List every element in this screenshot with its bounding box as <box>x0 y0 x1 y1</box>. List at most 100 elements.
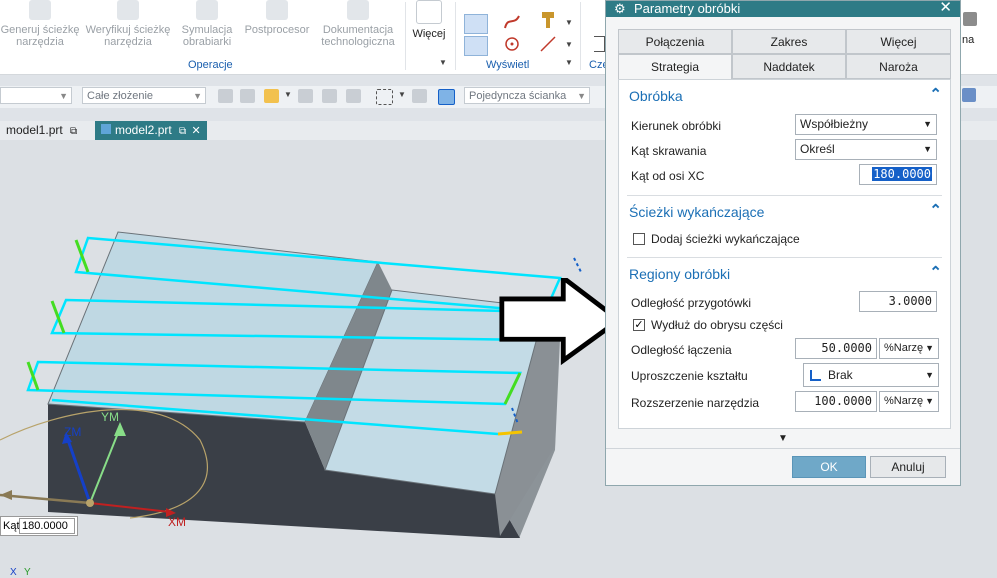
shop-documentation-button[interactable]: Dokumentacja technologiczna <box>316 0 400 58</box>
tool-extension-label: Rozszerzenie narzędzia <box>631 396 760 410</box>
shape-simplify-icon <box>810 370 821 381</box>
path-curve-icon[interactable] <box>502 12 522 32</box>
display-dropdown-arrow[interactable]: ▼ <box>565 58 573 67</box>
angle-from-xc-label: Kąt od osi XC <box>631 169 705 183</box>
point-icon[interactable] <box>298 89 313 103</box>
simplify-shape-select[interactable]: Brak ▼ <box>803 363 939 387</box>
solid-icon[interactable] <box>438 89 455 105</box>
collapse-sciezki-icon[interactable]: ⌃ <box>929 201 942 219</box>
filter-combo[interactable]: ▼ <box>0 87 72 104</box>
angle-from-xc-input[interactable]: 180.0000 <box>859 164 937 185</box>
chevron-down-icon: ▼ <box>923 119 932 129</box>
cancel-button[interactable]: Anuluj <box>870 456 946 478</box>
extend-to-part-outline-checkbox[interactable]: ✓ <box>633 319 645 331</box>
popout-icon[interactable]: ⧉ <box>70 126 77 137</box>
select-icon[interactable] <box>218 89 233 103</box>
line-dropdown-arrow[interactable]: ▼ <box>565 40 573 49</box>
add-finish-passes-checkbox[interactable] <box>633 233 645 245</box>
dialog-title: Parametry obróbki <box>634 1 741 16</box>
group-label-wyswietl: Wyświetl <box>486 59 530 71</box>
chevron-down-icon: ▼ <box>925 396 934 406</box>
postprocessor-icon <box>266 0 288 20</box>
verify-toolpath-icon <box>117 0 139 20</box>
tab-strategia[interactable]: Strategia <box>618 54 732 81</box>
ok-button[interactable]: OK <box>792 456 866 478</box>
close-icon[interactable]: ✕ <box>192 125 201 137</box>
section-divider <box>627 195 942 196</box>
display-blank-icon[interactable] <box>464 36 488 56</box>
tab-naddatek[interactable]: Naddatek <box>732 54 846 79</box>
dialog-title-bar[interactable]: ⚙ Parametry obróbki ✕ <box>606 0 960 17</box>
snap-dropdown-arrow[interactable]: ▼ <box>284 90 292 99</box>
collapse-obrobka-icon[interactable]: ⌃ <box>929 85 942 103</box>
more-dropdown-arrow[interactable]: ▼ <box>439 58 447 67</box>
tab-model2[interactable]: model2.prt ⧉ ✕ <box>95 121 207 140</box>
popout-icon[interactable]: ⧉ <box>179 126 186 137</box>
simplify-shape-label: Uproszczenie kształtu <box>631 369 748 383</box>
angle-input-widget[interactable]: Kąt 180.0000 <box>0 516 78 536</box>
axis-label-zm: ZM <box>64 425 82 439</box>
tab-polaczenia[interactable]: Połączenia <box>618 29 732 54</box>
tool-extension-unit-select[interactable]: %Narzę ▼ <box>879 391 939 412</box>
tab-model1[interactable]: model1.prt ⧉ <box>0 121 84 140</box>
window-icon[interactable] <box>963 12 977 26</box>
tool-extension-input[interactable]: 100.0000 <box>795 391 877 412</box>
chevron-down-icon: ▼ <box>59 91 68 101</box>
snap-point-icon[interactable] <box>264 89 279 103</box>
chevron-down-icon: ▼ <box>923 144 932 154</box>
assembly-scope-combo[interactable]: Całe złożenie ▼ <box>82 87 206 104</box>
verify-toolpath-button[interactable]: Weryfikuj ścieżkę narzędzia <box>82 0 174 58</box>
tool-holder-icon[interactable] <box>538 10 558 32</box>
deselect-icon[interactable] <box>240 89 255 103</box>
more-icon <box>416 0 442 24</box>
part-file-icon <box>101 124 111 134</box>
more-button[interactable]: Więcej <box>410 0 448 58</box>
strategy-panel: Obróbka ⌃ Kierunek obróbki Współbieżny ▼ … <box>618 79 951 429</box>
collapse-regiony-icon[interactable]: ⌃ <box>929 263 942 281</box>
ribbon-divider <box>405 2 406 70</box>
axis-label-ym: YM <box>101 410 119 424</box>
cut-angle-label: Kąt skrawania <box>631 144 707 158</box>
tool-dropdown-arrow[interactable]: ▼ <box>565 18 573 27</box>
merge-distance-input[interactable]: 50.0000 <box>795 338 877 359</box>
cube-icon[interactable] <box>962 88 976 102</box>
ribbon-divider <box>455 2 456 70</box>
blank-distance-input[interactable]: 3.0000 <box>859 291 937 312</box>
section-title-sciezki: Ścieżki wykańczające <box>629 204 765 220</box>
angle-value-field[interactable]: 180.0000 <box>19 518 75 534</box>
gear-icon: ⚙ <box>614 1 626 16</box>
curve-icon[interactable] <box>322 89 337 103</box>
face-rule-combo[interactable]: Pojedyncza ścianka ▼ <box>464 87 590 104</box>
section-title-regiony: Regiony obróbki <box>629 266 731 282</box>
machine-simulation-button[interactable]: Symulacja obrabiarki <box>176 0 238 58</box>
display-toolpath-icon[interactable] <box>464 14 488 34</box>
generate-toolpath-button[interactable]: Generuj ścieżkę narzędzia <box>0 0 80 58</box>
postprocessor-button[interactable]: Postprocesor <box>240 0 314 58</box>
part-icon[interactable] <box>594 36 605 52</box>
bottom-axis-x: X <box>10 567 17 578</box>
merge-distance-unit-select[interactable]: %Narzę ▼ <box>879 338 939 359</box>
ribbon-divider <box>580 2 581 70</box>
chevron-down-icon: ▼ <box>193 91 202 101</box>
cut-direction-select[interactable]: Współbieżny ▼ <box>795 114 937 135</box>
cut-angle-select[interactable]: Określ ▼ <box>795 139 937 160</box>
eraser-icon[interactable] <box>412 89 427 103</box>
close-icon[interactable]: ✕ <box>939 0 952 15</box>
ribbon-cut-label: na <box>962 34 975 46</box>
target-icon[interactable] <box>502 34 522 54</box>
add-finish-passes-label: Dodaj ścieżki wykańczające <box>651 232 800 246</box>
tab-naroza[interactable]: Naroża <box>846 54 951 79</box>
rect-dropdown-arrow[interactable]: ▼ <box>398 90 406 99</box>
line-tool-icon[interactable] <box>538 34 558 54</box>
rectangle-select-icon[interactable] <box>376 89 393 105</box>
tab-wiecej[interactable]: Więcej <box>846 29 951 54</box>
axis-label-xm: XM <box>168 515 186 529</box>
extend-to-part-outline-label: Wydłuż do obrysu części <box>651 318 783 332</box>
machine-simulation-icon <box>196 0 218 20</box>
merge-distance-label: Odległość łączenia <box>631 343 732 357</box>
expand-more-icon[interactable]: ▼ <box>778 433 788 444</box>
face-icon[interactable] <box>346 89 361 103</box>
section-title-obrobka: Obróbka <box>629 88 683 104</box>
tab-zakres[interactable]: Zakres <box>732 29 846 54</box>
cut-direction-label: Kierunek obróbki <box>631 119 722 133</box>
